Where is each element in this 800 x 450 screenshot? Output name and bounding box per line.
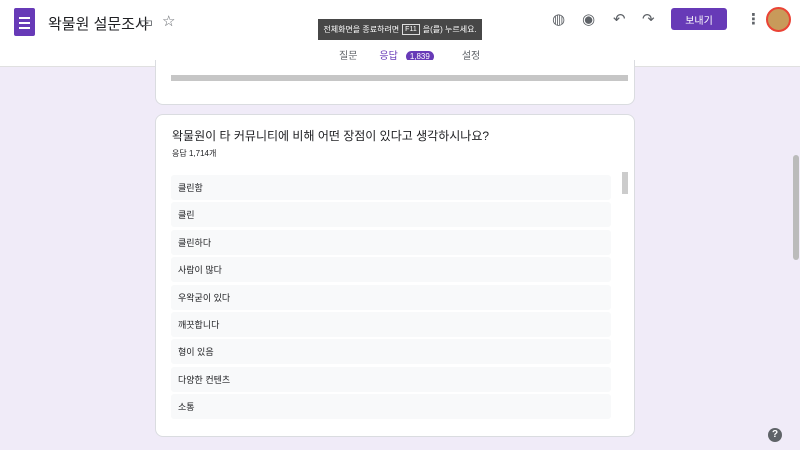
toast-key: F11 xyxy=(402,24,420,35)
folder-icon[interactable]: ▭ xyxy=(139,13,153,31)
more-menu-icon[interactable]: ⋮ xyxy=(746,10,761,28)
list-item: 우왁굳이 있다 xyxy=(171,284,611,310)
answer-list: 클린함 클린 클린하다 사람이 많다 우왁굳이 있다 깨끗합니다 형이 있음 다… xyxy=(171,175,611,422)
list-item: 소통 xyxy=(171,394,611,420)
redo-icon[interactable]: ↷ xyxy=(642,10,655,28)
list-item: 깨끗합니다 xyxy=(171,311,611,337)
response-count: 응답 1,714개 xyxy=(172,149,217,158)
list-item: 클린하다 xyxy=(171,229,611,255)
answer-list-scrollbar[interactable] xyxy=(622,172,628,194)
list-item: 다양한 컨텐츠 xyxy=(171,366,611,392)
list-item: 클린 xyxy=(171,202,611,228)
list-item: 사람이 많다 xyxy=(171,257,611,283)
forms-logo-icon[interactable] xyxy=(14,8,35,36)
avatar[interactable] xyxy=(766,7,791,32)
list-item: 클린함 xyxy=(171,175,611,200)
question-card: 왁물원이 타 커뮤니티에 비해 어떤 장점이 있다고 생각하시나요? 응답 1,… xyxy=(155,114,635,437)
toast-text-end: 을(를) 누르세요. xyxy=(422,25,477,34)
undo-icon[interactable]: ↶ xyxy=(613,10,626,28)
chart-bar xyxy=(171,75,628,81)
toast-text: 전체화면을 종료하려면 xyxy=(323,25,400,34)
preview-eye-icon[interactable]: ◉ xyxy=(582,10,595,28)
fullscreen-toast: 전체화면을 종료하려면 F11 을(를) 누르세요. xyxy=(318,19,482,40)
send-button[interactable]: 보내기 xyxy=(671,8,727,30)
palette-icon[interactable]: ◍ xyxy=(552,10,565,28)
star-icon[interactable]: ☆ xyxy=(162,12,175,30)
list-item: 형이 있음 xyxy=(171,339,611,365)
previous-question-card xyxy=(155,60,635,105)
help-icon[interactable]: ? xyxy=(768,428,782,442)
question-title: 왁물원이 타 커뮤니티에 비해 어떤 장점이 있다고 생각하시나요? xyxy=(172,129,490,143)
page-scrollbar[interactable] xyxy=(793,155,799,260)
top-bar: 왁물원 설문조사 ▭ ☆ 전체화면을 종료하려면 F11 을(를) 누르세요. … xyxy=(0,0,800,67)
form-title[interactable]: 왁물원 설문조사 xyxy=(48,13,149,34)
